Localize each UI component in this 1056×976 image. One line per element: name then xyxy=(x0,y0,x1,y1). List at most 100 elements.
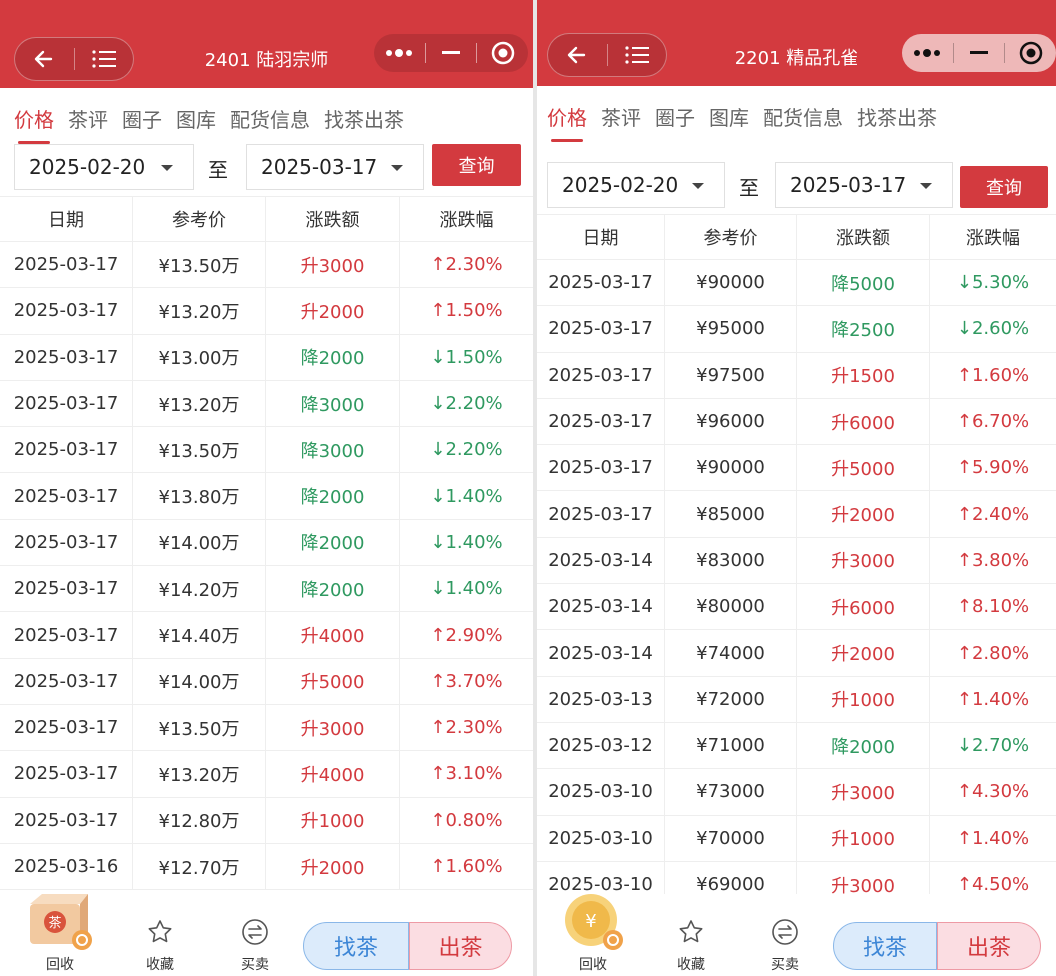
cell-change-pct: ↓1.50% xyxy=(430,346,503,368)
to-label: 至 xyxy=(739,176,759,200)
box-stamp-text: 茶 xyxy=(48,915,61,931)
cell-date: 2025-03-17 xyxy=(537,260,665,306)
recycle-button[interactable]: 茶 回收 xyxy=(30,894,92,976)
minimize-button[interactable] xyxy=(426,34,477,72)
trade-button[interactable]: 买卖 xyxy=(225,918,285,976)
tab-gallery[interactable]: 图库 xyxy=(176,104,216,144)
cell-ref-price: ¥97500 xyxy=(665,352,797,398)
more-dots-icon xyxy=(386,49,413,57)
screenshot-stage: 2401 陆羽宗师 价格 茶评 圈子 图库 配货信息 找茶出茶 2025-02-… xyxy=(0,0,1056,976)
recycle-label: 回收 xyxy=(46,957,74,973)
sell-tea-button[interactable]: 出茶 xyxy=(937,922,1041,970)
start-date-value: 2025-02-20 xyxy=(562,173,679,197)
cell-change-amount: 降2000 xyxy=(266,473,400,519)
close-miniprogram-button[interactable] xyxy=(477,34,528,72)
to-label: 至 xyxy=(208,158,228,182)
cell-change-pct: ↓1.40% xyxy=(430,531,503,553)
end-date-picker[interactable]: 2025-03-17 xyxy=(246,144,424,190)
favorite-label: 收藏 xyxy=(146,957,174,973)
close-miniprogram-button[interactable] xyxy=(1005,34,1056,72)
query-button[interactable]: 查询 xyxy=(432,144,521,186)
find-tea-button[interactable]: 找茶 xyxy=(833,922,937,970)
table-row: 2025-03-17 ¥95000 降2500 ↓2.60% xyxy=(537,306,1056,353)
cell-change-amount: 升1500 xyxy=(797,352,930,398)
price-table-body: 2025-03-17 ¥13.50万 升3000 ↑2.30% 2025-03-17 ¥1… xyxy=(0,242,533,891)
minimize-button[interactable] xyxy=(954,34,1005,72)
more-button[interactable] xyxy=(374,34,425,72)
tab-gallery[interactable]: 图库 xyxy=(709,102,749,142)
cell-date: 2025-03-13 xyxy=(537,676,665,722)
cell-change-amount: 升5000 xyxy=(266,658,400,704)
tab-distribution[interactable]: 配货信息 xyxy=(763,102,843,142)
cell-change-pct: ↑2.30% xyxy=(430,717,503,739)
caret-down-icon xyxy=(692,183,704,189)
target-close-icon xyxy=(491,41,514,65)
cell-ref-price: ¥83000 xyxy=(665,537,797,584)
app-header: 2201 精品孔雀 xyxy=(537,0,1056,86)
table-row: 2025-03-17 ¥14.40万 升4000 ↑2.90% xyxy=(0,612,533,659)
table-row: 2025-03-17 ¥14.00万 降2000 ↓1.40% xyxy=(0,519,533,567)
cell-ref-price: ¥13.00万 xyxy=(133,334,266,380)
find-tea-button[interactable]: 找茶 xyxy=(303,922,409,970)
sell-tea-button[interactable]: 出茶 xyxy=(409,922,512,970)
tab-circle[interactable]: 圈子 xyxy=(122,104,162,144)
tab-distribution[interactable]: 配货信息 xyxy=(230,104,310,144)
table-row: 2025-03-17 ¥13.20万 升4000 ↑3.10% xyxy=(0,751,533,798)
trade-button[interactable]: 买卖 xyxy=(755,918,815,976)
cell-ref-price: ¥13.20万 xyxy=(133,288,266,334)
bottom-bar: ¥ 回收 收藏 买卖 找茶 出茶 xyxy=(537,894,1056,976)
date-filter: 2025-02-20 至 2025-03-17 查询 xyxy=(537,162,1056,210)
cell-ref-price: ¥12.70万 xyxy=(133,843,266,890)
tab-price[interactable]: 价格 xyxy=(14,104,54,144)
end-date-picker[interactable]: 2025-03-17 xyxy=(775,162,953,208)
start-date-value: 2025-02-20 xyxy=(29,155,146,179)
cell-change-amount: 降2000 xyxy=(266,519,400,566)
cell-date: 2025-03-17 xyxy=(0,473,133,519)
tab-circle[interactable]: 圈子 xyxy=(655,102,695,142)
end-date-value: 2025-03-17 xyxy=(261,155,378,179)
table-row: 2025-03-10 ¥73000 升3000 ↑4.30% xyxy=(537,769,1056,816)
coin-stamp-text: ¥ xyxy=(585,911,596,932)
table-header: 日期 参考价 涨跌额 涨跌幅 xyxy=(537,214,1056,260)
cell-date: 2025-03-16 xyxy=(0,843,133,890)
recycle-button[interactable]: ¥ 回收 xyxy=(563,894,623,976)
table-row: 2025-03-17 ¥13.00万 降2000 ↓1.50% xyxy=(0,334,533,381)
favorite-button[interactable]: 收藏 xyxy=(130,918,190,976)
tab-price[interactable]: 价格 xyxy=(547,102,587,142)
app-header: 2401 陆羽宗师 xyxy=(0,0,533,88)
table-row: 2025-03-17 ¥13.50万 降3000 ↓2.20% xyxy=(0,427,533,474)
tab-tea-review[interactable]: 茶评 xyxy=(601,102,641,142)
minus-icon xyxy=(442,51,460,54)
query-button[interactable]: 查询 xyxy=(960,166,1048,208)
minus-icon xyxy=(970,51,988,54)
table-row: 2025-03-17 ¥90000 降5000 ↓5.30% xyxy=(537,260,1056,307)
cell-change-pct: ↑2.40% xyxy=(956,503,1030,525)
cell-ref-price: ¥90000 xyxy=(665,260,797,306)
tab-bar: 价格 茶评 圈子 图库 配货信息 找茶出茶 xyxy=(14,104,533,144)
cell-change-amount: 升3000 xyxy=(266,704,400,751)
cell-date: 2025-03-17 xyxy=(0,658,133,704)
more-button[interactable] xyxy=(902,34,953,72)
cell-change-amount: 降2000 xyxy=(797,722,930,769)
cell-change-pct: ↑2.90% xyxy=(430,624,503,646)
target-close-icon xyxy=(1019,41,1042,65)
cell-ref-price: ¥95000 xyxy=(665,306,797,352)
favorite-button[interactable]: 收藏 xyxy=(661,918,721,976)
tab-find-sell[interactable]: 找茶出茶 xyxy=(857,102,937,142)
tab-find-sell[interactable]: 找茶出茶 xyxy=(324,104,404,144)
cell-change-amount: 升2000 xyxy=(266,288,400,334)
tab-tea-review[interactable]: 茶评 xyxy=(68,104,108,144)
cell-change-amount: 升6000 xyxy=(797,584,930,630)
cell-change-pct: ↑3.80% xyxy=(956,549,1030,571)
start-date-picker[interactable]: 2025-02-20 xyxy=(14,144,194,190)
cell-ref-price: ¥13.80万 xyxy=(133,473,266,519)
miniprogram-capsule xyxy=(902,34,1056,72)
table-row: 2025-03-14 ¥83000 升3000 ↑3.80% xyxy=(537,537,1056,585)
cell-ref-price: ¥13.20万 xyxy=(133,751,266,797)
col-change-amount: 涨跌额 xyxy=(797,215,930,259)
cell-date: 2025-03-17 xyxy=(537,491,665,537)
start-date-picker[interactable]: 2025-02-20 xyxy=(547,162,725,208)
cell-change-amount: 升3000 xyxy=(266,242,400,288)
cell-date: 2025-03-17 xyxy=(537,352,665,398)
cell-change-pct: ↑1.60% xyxy=(430,856,503,877)
